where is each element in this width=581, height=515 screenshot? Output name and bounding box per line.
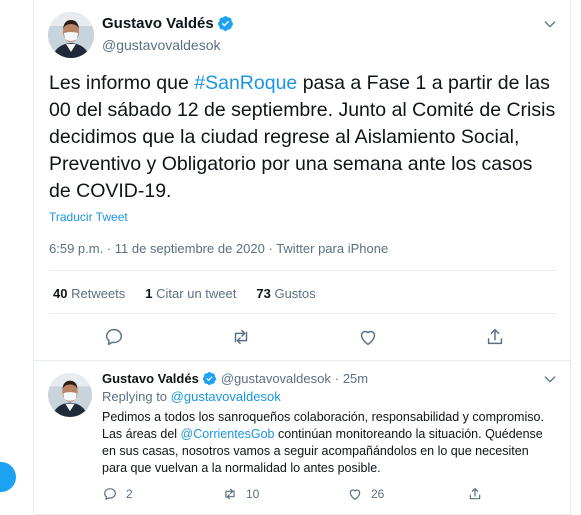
author-name[interactable]: Gustavo Valdés [102,15,214,32]
quotes-count: 1 [145,286,153,301]
author-name[interactable]: Gustavo Valdés [102,371,199,386]
retweets-count: 40 [53,286,68,301]
verified-badge-icon [217,16,233,31]
replying-handle-link[interactable]: @gustavovaldesok [171,389,281,404]
reply-action[interactable]: 2 [102,486,133,502]
chevron-down-icon[interactable] [542,16,558,32]
retweet-action[interactable]: 10 [222,486,259,502]
reply-count: 2 [126,487,133,501]
retweet-icon [225,488,235,500]
translate-link[interactable]: Traducir Tweet [49,210,128,224]
like-icon[interactable] [357,326,379,348]
mention-link[interactable]: @CorrientesGob [181,427,275,441]
tweet-text-part: Les informo que [49,72,195,94]
main-tweet: Gustavo Valdés @gustavovaldesok Les info… [33,0,571,361]
share-icon [469,488,481,500]
reply-tweet[interactable]: Gustavo Valdés @gustavovaldesok · 25m Re… [33,361,571,515]
side-compose-button[interactable] [0,462,16,492]
reply-header: Gustavo Valdés @gustavovaldesok · 25m [102,371,368,386]
tweet-text: Les informo que #SanRoque pasa a Fase 1 … [49,70,559,205]
chevron-down-icon[interactable] [542,371,558,387]
tweet-meta: 6:59 p.m. · 11 de septiembre de 2020 · T… [49,241,388,256]
avatar-image [48,12,94,58]
reply-text: Pedimos a todos los sanroqueños colabora… [102,409,547,477]
reply-icon[interactable] [103,326,125,348]
likes-count: 73 [256,286,271,301]
share-icon[interactable] [484,326,506,348]
tweet-source[interactable]: Twitter para iPhone [276,241,388,256]
tweet-actions [34,326,570,348]
avatar[interactable] [48,12,94,58]
timestamp[interactable]: 6:59 p.m. · 11 de septiembre de 2020 [49,241,265,256]
author-handle[interactable]: @gustavovaldesok [221,371,331,386]
likes-label: Gustos [274,286,316,301]
retweets-stat[interactable]: 40 Retweets [53,286,125,301]
avatar[interactable] [48,373,92,417]
author-handle[interactable]: @gustavovaldesok [102,37,221,53]
quotes-label: Citar un tweet [156,286,237,301]
divider [49,270,556,271]
like-count: 26 [371,487,385,501]
replying-to: Replying to @gustavovaldesok [102,389,281,404]
retweet-count: 10 [246,487,260,501]
verified-badge-icon [202,371,216,386]
retweet-icon[interactable] [230,326,252,348]
quotes-stat[interactable]: 1 Citar un tweet [145,286,236,301]
likes-stat[interactable]: 73 Gustos [256,286,315,301]
tweet-stats: 40 Retweets 1 Citar un tweet 73 Gustos [53,286,316,301]
like-icon [349,489,361,500]
reply-icon [104,488,116,500]
retweets-label: Retweets [71,286,126,301]
hashtag-link[interactable]: #SanRoque [194,72,297,94]
divider [49,313,556,314]
reply-time[interactable]: · 25m [335,371,368,386]
like-action[interactable]: 26 [347,486,384,502]
replying-prefix: Replying to [102,389,171,404]
avatar-image [48,373,92,417]
share-action[interactable] [467,486,483,502]
